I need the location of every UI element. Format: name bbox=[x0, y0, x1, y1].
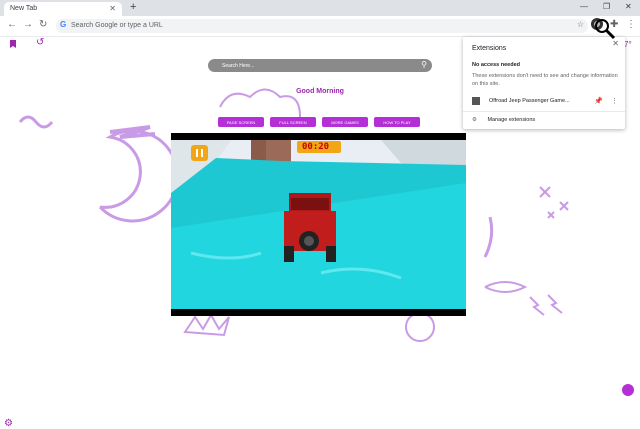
pin-icon[interactable]: 📌 bbox=[594, 97, 603, 105]
restore-icon[interactable]: ❐ bbox=[603, 2, 610, 11]
browser-toolbar: ← → ↻ G Search Google or type a URL ☆ ✚ … bbox=[0, 16, 640, 37]
pause-icon-bar-left bbox=[196, 149, 198, 157]
reload-icon[interactable]: ↻ bbox=[39, 19, 47, 30]
tab-close-icon[interactable]: ✕ bbox=[109, 4, 116, 13]
address-bar[interactable]: G Search Google or type a URL ☆ bbox=[56, 19, 588, 33]
address-placeholder: Search Google or type a URL bbox=[71, 22, 163, 29]
more-games-button[interactable]: MORE GAMES bbox=[322, 117, 368, 127]
corner-app-icon[interactable] bbox=[622, 384, 634, 396]
history-icon[interactable]: ↺ bbox=[36, 37, 44, 48]
new-tab-plus-icon[interactable]: + bbox=[130, 1, 136, 13]
pause-button[interactable] bbox=[191, 145, 208, 161]
tab-strip: New Tab ✕ + — ❐ ✕ bbox=[0, 0, 640, 16]
chrome-menu-icon[interactable]: ⋮ bbox=[626, 19, 636, 30]
manage-extensions-link[interactable]: ⚙ Manage extensions bbox=[472, 117, 535, 123]
more-options-icon[interactable]: ⋮ bbox=[611, 97, 618, 105]
page-screen-button[interactable]: PAGE SCREEN bbox=[218, 117, 264, 127]
extension-name: Offroad Jeep Passenger Game... bbox=[489, 98, 570, 104]
forward-icon[interactable]: → bbox=[23, 19, 33, 30]
minimize-icon[interactable]: — bbox=[580, 2, 588, 11]
page-search-input[interactable]: Search Here... ⚲ bbox=[208, 59, 432, 72]
extension-list-item[interactable]: Offroad Jeep Passenger Game... 📌 ⋮ bbox=[472, 97, 618, 107]
weather-reading: 7° bbox=[624, 40, 632, 49]
back-icon[interactable]: ← bbox=[7, 19, 17, 30]
settings-gear-icon[interactable]: ⚙ bbox=[4, 418, 13, 429]
extensions-popup: Extensions ✕ No access needed These exte… bbox=[463, 37, 625, 129]
no-access-description: These extensions don't need to see and c… bbox=[472, 73, 618, 87]
extension-app-icon bbox=[472, 97, 480, 105]
full-screen-button[interactable]: FULL SCREEN bbox=[270, 117, 316, 127]
window-close-icon[interactable]: ✕ bbox=[625, 2, 632, 11]
extensions-popup-title: Extensions bbox=[472, 45, 507, 52]
page-search-placeholder: Search Here... bbox=[222, 62, 255, 69]
popup-close-icon[interactable]: ✕ bbox=[612, 39, 619, 48]
tab-new-tab[interactable]: New Tab ✕ bbox=[4, 2, 122, 16]
game-scene bbox=[171, 133, 466, 316]
magnifier-cursor-icon bbox=[594, 18, 616, 40]
game-frame[interactable]: 00:20 bbox=[171, 133, 466, 316]
tab-title: New Tab bbox=[10, 5, 38, 12]
no-access-heading: No access needed bbox=[472, 62, 520, 68]
google-icon: G bbox=[60, 20, 67, 29]
bookmark-star-icon[interactable]: ☆ bbox=[577, 20, 584, 29]
how-to-play-button[interactable]: HOW TO PLAY bbox=[374, 117, 420, 127]
timer-box: 00:20 bbox=[297, 141, 341, 153]
search-icon[interactable]: ⚲ bbox=[421, 60, 427, 69]
timer-text: 00:20 bbox=[302, 142, 330, 152]
manage-gear-icon: ⚙ bbox=[472, 117, 477, 123]
manage-extensions-label: Manage extensions bbox=[487, 117, 536, 123]
pause-icon-bar-right bbox=[201, 149, 203, 157]
greeting-text: Good Morning bbox=[296, 88, 344, 95]
popup-divider bbox=[463, 111, 625, 112]
